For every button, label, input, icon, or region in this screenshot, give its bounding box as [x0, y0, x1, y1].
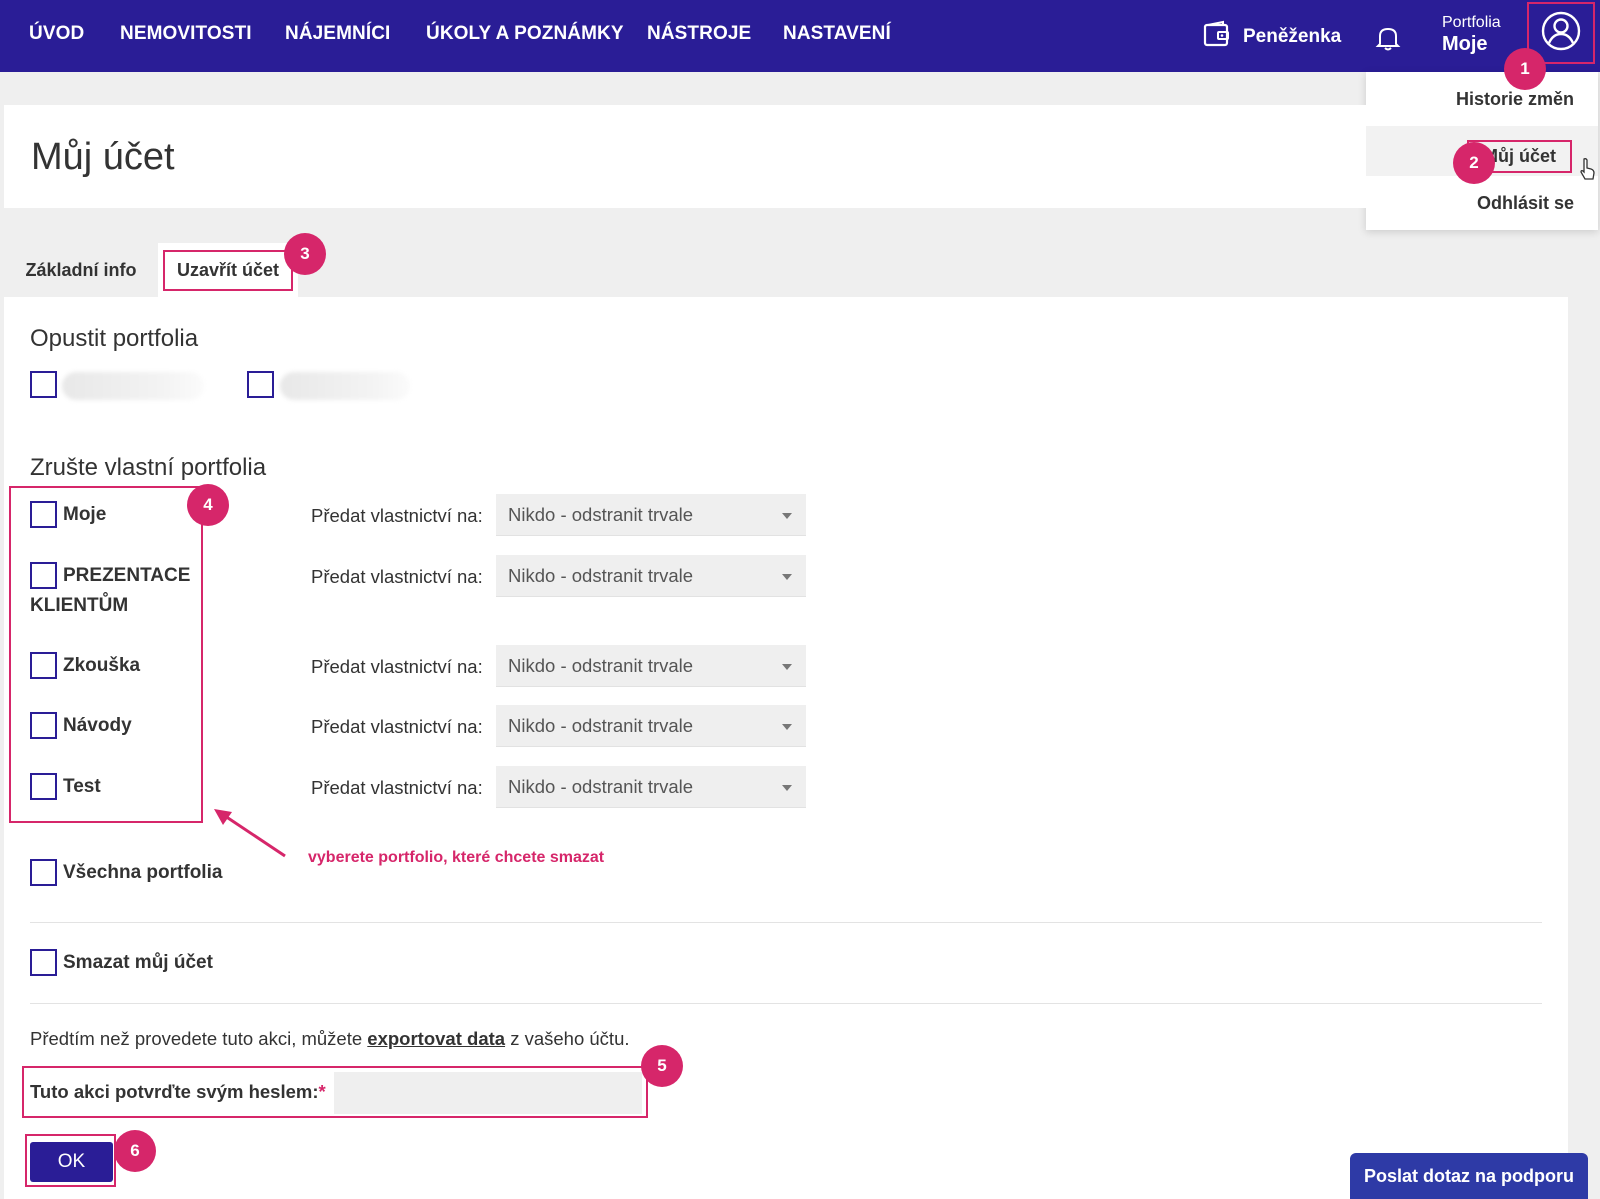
ok-button[interactable]: OK: [30, 1142, 113, 1182]
password-input[interactable]: [334, 1072, 642, 1114]
mouse-cursor-icon: [1579, 157, 1597, 188]
export-info-after: z vašeho účtu.: [505, 1028, 630, 1049]
transfer-owner-select-test[interactable]: Nikdo - odstranit trvale: [496, 766, 806, 808]
nav-item-nastroje[interactable]: NÁSTROJE: [647, 23, 751, 45]
all-portfolios-label: Všechna portfolia: [63, 862, 223, 883]
caret-down-icon: [782, 513, 792, 519]
export-data-link[interactable]: exportovat data: [367, 1028, 505, 1049]
select-value: Nikdo - odstranit trvale: [508, 715, 694, 736]
select-value: Nikdo - odstranit trvale: [508, 504, 694, 525]
annotation-badge-5: 5: [641, 1045, 683, 1087]
caret-down-icon: [782, 785, 792, 791]
portfolio-switcher[interactable]: Portfolia Moje: [1442, 14, 1501, 56]
annotation-badge-6: 6: [114, 1130, 156, 1172]
close-account-panel: [4, 297, 1568, 1199]
transfer-owner-select-navody[interactable]: Nikdo - odstranit trvale: [496, 705, 806, 747]
transfer-label: Předat vlastnictví na:: [311, 777, 483, 798]
transfer-label: Předat vlastnictví na:: [311, 566, 483, 587]
password-label: Tuto akci potvrďte svým heslem:*: [30, 1081, 326, 1103]
menu-item-logout[interactable]: Odhlásit se: [1477, 193, 1574, 214]
tab-close-account-label: Uzavřít účet: [162, 249, 294, 291]
delete-account-label: Smazat můj účet: [63, 952, 213, 973]
portfolio-switcher-value: Moje: [1442, 33, 1488, 55]
nav-item-nemovitosti[interactable]: NEMOVITOSTI: [120, 23, 252, 45]
transfer-label: Předat vlastnictví na:: [311, 656, 483, 677]
caret-down-icon: [782, 574, 792, 580]
password-label-text: Tuto akci potvrďte svým heslem:: [30, 1081, 319, 1102]
leave-portfolio-checkbox-1[interactable]: [30, 371, 57, 398]
transfer-label: Předat vlastnictví na:: [311, 716, 483, 737]
nav-item-ukoly[interactable]: ÚKOLY A POZNÁMKY: [426, 23, 624, 45]
export-info-text: Předtím než provedete tuto akci, můžete …: [30, 1028, 630, 1050]
tab-basic-info[interactable]: Základní info: [4, 243, 158, 297]
transfer-label: Předat vlastnictví na:: [311, 505, 483, 526]
transfer-owner-select-zkouska[interactable]: Nikdo - odstranit trvale: [496, 645, 806, 687]
wallet-icon: [1203, 20, 1231, 54]
annotation-arrow: [214, 809, 286, 858]
annotation-badge-4: 4: [187, 484, 229, 526]
leave-portfolio-checkbox-2[interactable]: [247, 371, 274, 398]
annotation-badge-2: 2: [1453, 142, 1495, 184]
notifications-bell-icon[interactable]: [1375, 24, 1401, 52]
caret-down-icon: [782, 724, 792, 730]
tab-basic-info-label: Základní info: [25, 259, 137, 280]
annotation-badge-3: 3: [284, 233, 326, 275]
portfolio-selection-annotation-box: [9, 486, 203, 823]
annotation-badge-1: 1: [1504, 48, 1546, 90]
menu-item-history[interactable]: Historie změn: [1456, 89, 1574, 110]
tab-close-account[interactable]: Uzavřít účet: [158, 243, 298, 297]
nav-item-uvod[interactable]: ÚVOD: [29, 23, 84, 45]
caret-down-icon: [782, 664, 792, 670]
annotation-hint: vyberete portfolio, které chcete smazat: [308, 849, 605, 866]
export-info-before: Předtím než provedete tuto akci, můžete: [30, 1028, 368, 1049]
user-avatar-icon: [1540, 10, 1582, 57]
nav-item-nastaveni[interactable]: NASTAVENÍ: [783, 23, 891, 45]
all-portfolios-checkbox[interactable]: [30, 859, 57, 886]
wallet-link[interactable]: Peněženka: [1203, 20, 1341, 54]
page-title: Můj účet: [31, 136, 175, 178]
divider: [30, 1003, 1542, 1004]
transfer-owner-select-moje[interactable]: Nikdo - odstranit trvale: [496, 494, 806, 536]
divider: [30, 922, 1542, 923]
nav-item-najemnici[interactable]: NÁJEMNÍCI: [285, 23, 390, 45]
cancel-portfolios-title: Zrušte vlastní portfolia: [30, 454, 267, 481]
support-request-button[interactable]: Poslat dotaz na podporu: [1350, 1153, 1588, 1199]
select-value: Nikdo - odstranit trvale: [508, 655, 694, 676]
top-nav-bar: ÚVOD NEMOVITOSTI NÁJEMNÍCI ÚKOLY A POZNÁ…: [0, 0, 1600, 72]
portfolio-switcher-label: Portfolia: [1442, 14, 1501, 31]
select-value: Nikdo - odstranit trvale: [508, 776, 694, 797]
delete-account-checkbox[interactable]: [30, 949, 57, 976]
select-value: Nikdo - odstranit trvale: [508, 565, 694, 586]
required-mark: *: [318, 1081, 326, 1102]
wallet-label: Peněženka: [1243, 26, 1342, 47]
leave-portfolios-title: Opustit portfolia: [30, 325, 199, 352]
redacted-portfolio-name: [62, 372, 204, 400]
page-header: Můj účet: [4, 105, 1366, 208]
transfer-owner-select-prezentace[interactable]: Nikdo - odstranit trvale: [496, 555, 806, 597]
redacted-portfolio-name: [280, 372, 410, 400]
